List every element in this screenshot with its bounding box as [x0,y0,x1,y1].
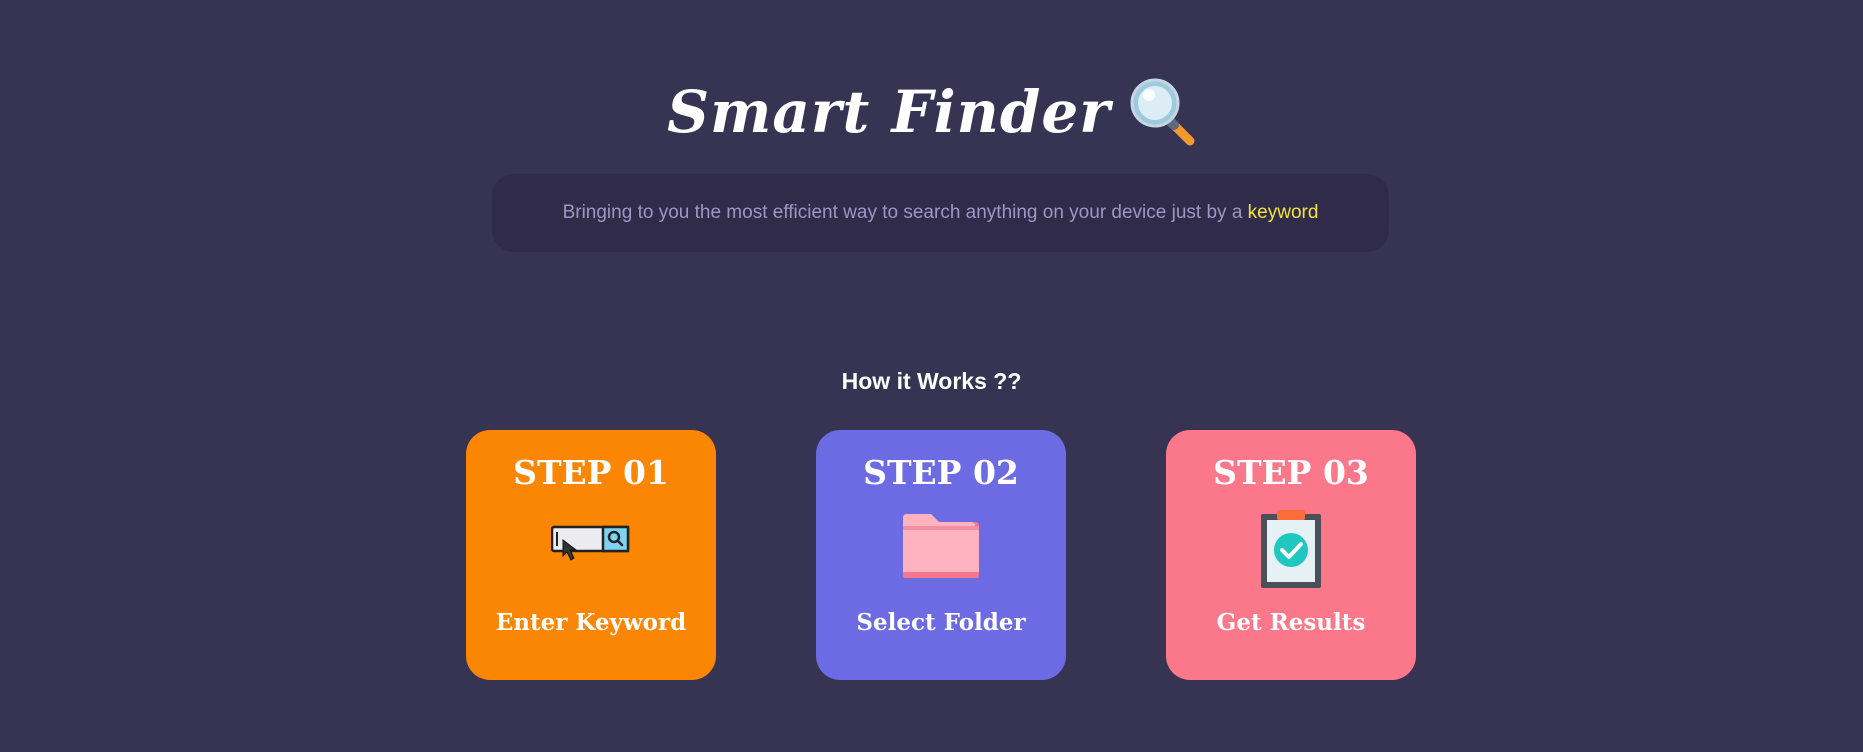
folder-icon [903,514,979,578]
step-title: STEP 01 [513,453,669,492]
step-card-1[interactable]: STEP 01 Enter Keyword [466,430,716,680]
step-label: Select Folder [856,609,1026,636]
clipboard-check-icon [1261,510,1321,588]
magnifying-glass-icon [1130,78,1195,146]
header: Smart Finder [0,72,1863,152]
step-title: STEP 02 [863,453,1019,492]
step-card-2[interactable]: STEP 02 Select Folder [816,430,1066,680]
how-it-works-heading: How it Works ?? [841,368,1022,394]
subtitle-box: Bringing to you the most efficient way t… [492,174,1389,252]
subtitle-keyword: keyword [1247,202,1319,223]
step-label: Get Results [1216,609,1366,636]
search-bar-icon [551,525,630,561]
step-label: Enter Keyword [495,609,687,636]
step-card-3[interactable]: STEP 03 Get Results [1166,430,1416,680]
subtitle-text: Bringing to you the most efficient way t… [562,202,1248,223]
step-title: STEP 03 [1213,453,1369,492]
page: Smart Finder Bringing to you the most ef… [0,0,1863,752]
page-title: Smart Finder [667,78,1111,146]
